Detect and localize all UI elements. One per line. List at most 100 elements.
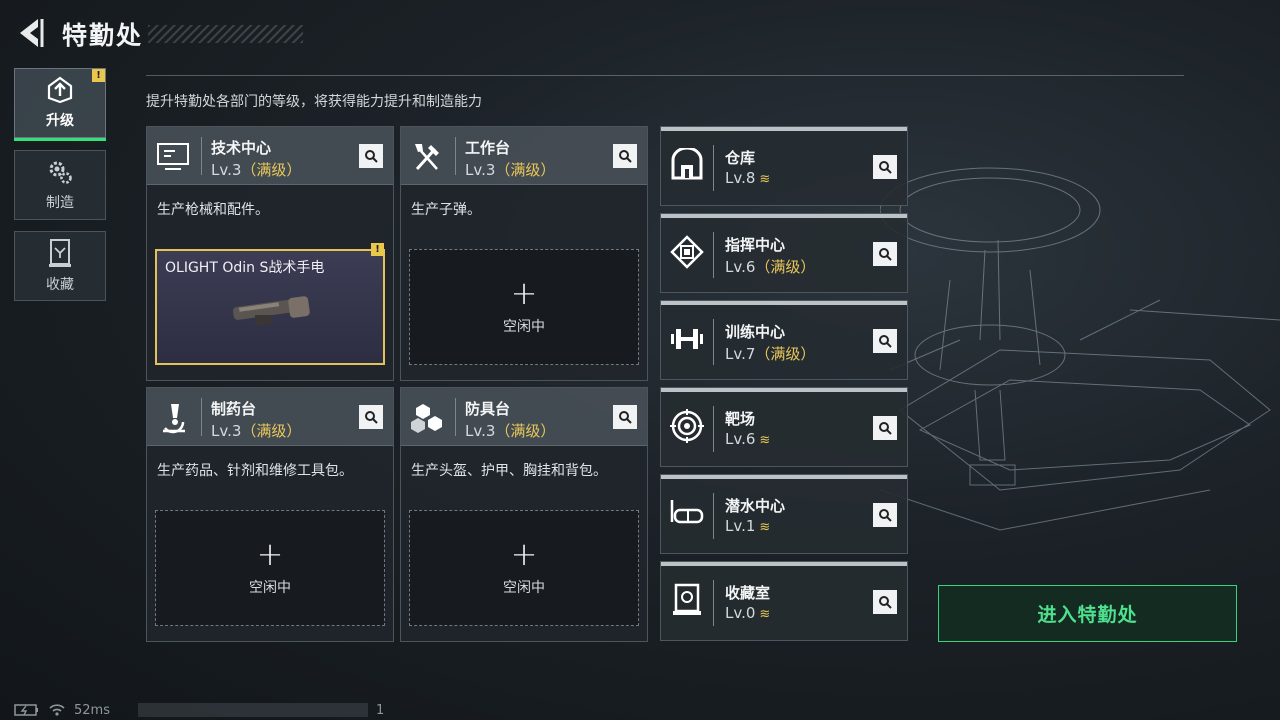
max-level-tag: （满级） [755,258,816,276]
facility-training-center[interactable]: 训练中心 Lv.7（满级） [660,300,908,380]
search-icon [879,509,892,522]
card-divider [713,232,714,278]
production-slot-idle[interactable]: + 空闲中 [409,510,639,626]
level-value: Lv.3 [465,161,496,179]
dept-card-pharmacy[interactable]: 制药台 Lv.3（满级） 生产药品、针剂和维修工具包。 + 空闲中 [146,387,394,642]
dept-description: 生产头盔、护甲、胸挂和背包。 [411,463,607,479]
facility-name: 训练中心 [725,323,786,341]
dumbbell-icon [671,329,703,349]
level-value: Lv.1 [725,517,756,535]
search-icon [619,150,632,163]
facility-diving-center[interactable]: 潜水中心 Lv.1 ≋ [660,474,908,554]
inspect-button[interactable] [613,144,637,168]
facility-level: Lv.6（满级） [725,256,815,277]
search-icon [365,411,378,424]
add-icon: + [510,535,538,573]
inspect-button[interactable] [873,416,897,440]
dept-name: 制药台 [211,400,257,418]
base-blueprint-art [880,167,1280,531]
card-divider [455,398,456,436]
status-progress-track [137,703,368,717]
facility-level: Lv.1 ≋ [725,517,770,535]
dept-description: 生产子弹。 [411,202,481,218]
search-icon [365,150,378,163]
search-icon [879,248,892,261]
inspect-button[interactable] [873,155,897,179]
nav-craft[interactable]: 制造 [14,150,106,220]
facility-name: 潜水中心 [725,497,786,515]
facility-warehouse[interactable]: 仓库 Lv.8 ≋ [660,126,908,206]
slot-status: 空闲中 [503,580,545,596]
dept-description: 生产枪械和配件。 [157,202,269,218]
facility-command-center[interactable]: 指挥中心 Lv.6（满级） [660,213,908,293]
card-header: 制药台 Lv.3（满级） [147,388,393,446]
facility-collection-room[interactable]: 收藏室 Lv.0 ≋ [660,561,908,641]
max-level-tag: （满级） [495,161,556,179]
inspect-button[interactable] [873,590,897,614]
header-divider [146,75,1184,76]
dept-card-armor-bench[interactable]: 防具台 Lv.3（满级） 生产头盔、护甲、胸挂和背包。 + 空闲中 [400,387,648,642]
upgrade-alert-badge: ! [92,69,105,82]
card-divider [713,580,714,626]
max-level-tag: （满级） [241,422,302,440]
add-icon: + [256,535,284,573]
inspect-button[interactable] [359,405,383,429]
facility-name: 指挥中心 [725,236,786,254]
inspect-button[interactable] [873,329,897,353]
production-slot-idle[interactable]: + 空闲中 [155,510,385,626]
enter-special-ops-button[interactable]: 进入特勤处 [938,585,1237,642]
dept-description: 生产药品、针剂和维修工具包。 [157,463,353,479]
level-value: Lv.7 [725,345,756,363]
facility-level: Lv.7（满级） [725,343,815,364]
card-divider [713,493,714,539]
upgrade-available-icon: ≋ [759,433,771,448]
nav-active-indicator [14,138,106,141]
back-button[interactable] [14,16,46,50]
diving-mask-icon [670,500,704,524]
upgrade-available-icon: ≋ [759,607,771,622]
card-top-strip [661,562,907,566]
wifi-icon [49,704,65,716]
card-top-strip [661,301,907,305]
chip-icon [670,235,704,269]
card-divider [713,145,714,191]
dept-card-workbench[interactable]: 工作台 Lv.3（满级） 生产子弹。 + 空闲中 [400,126,648,381]
dept-name: 技术中心 [211,139,272,157]
card-top-strip [661,214,907,218]
card-divider [455,137,456,175]
search-icon [879,161,892,174]
facility-name: 靶场 [725,410,756,428]
ping-readout: 52ms [74,702,110,718]
enter-button-label: 进入特勤处 [1037,604,1138,626]
nav-collection[interactable]: 收藏 [14,231,106,301]
status-counter: 1 [375,702,385,718]
production-slot-busy[interactable]: OLIGHT Odin S战术手电 ! [155,243,385,365]
facility-level: Lv.6 ≋ [725,430,770,448]
slot-alert-badge: ! [371,243,384,256]
facility-level: Lv.8 ≋ [725,169,770,187]
card-top-strip [661,388,907,392]
card-divider [201,137,202,175]
inspect-button[interactable] [613,405,637,429]
title-decoration [148,25,303,43]
card-header: 技术中心 Lv.3（满级） [147,127,393,185]
inspect-button[interactable] [873,242,897,266]
page-subtitle: 提升特勤处各部门的等级，将获得能力提升和制造能力 [146,94,482,110]
dept-card-tech-center[interactable]: 技术中心 Lv.3（满级） 生产枪械和配件。 OLIGHT Odin S战术手电… [146,126,394,381]
page-title: 特勤处 [62,21,144,50]
inspect-button[interactable] [873,503,897,527]
warehouse-icon [671,148,703,180]
facility-shooting-range[interactable]: 靶场 Lv.6 ≋ [660,387,908,467]
dept-level: Lv.3（满级） [465,159,555,180]
status-bar: 52ms 1 [14,700,384,720]
inspect-button[interactable] [359,144,383,168]
production-slot-idle[interactable]: + 空闲中 [409,249,639,365]
nav-upgrade[interactable]: 升级 ! [14,68,106,138]
search-icon [619,411,632,424]
card-top-strip [661,475,907,479]
max-level-tag: （满级） [241,161,302,179]
card-top-strip [661,127,907,131]
level-value: Lv.3 [211,161,242,179]
card-divider [713,319,714,365]
collection-room-icon [673,583,701,615]
